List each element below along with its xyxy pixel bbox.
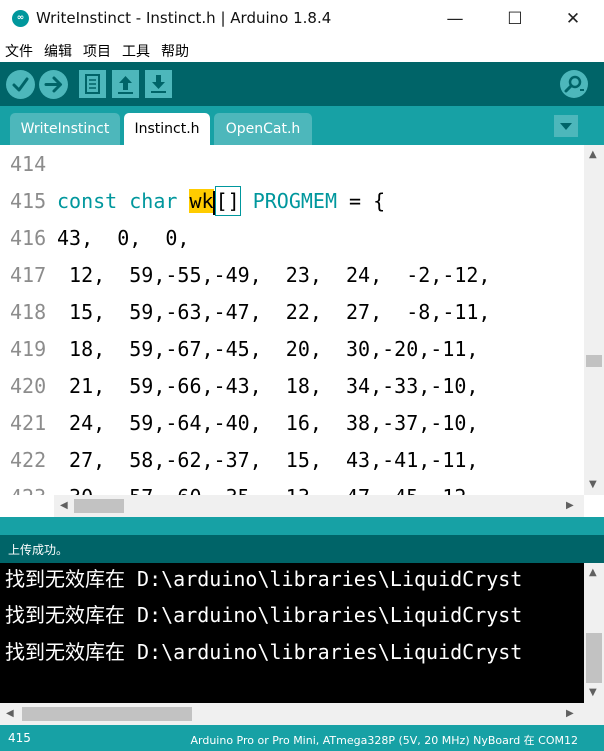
new-file-icon xyxy=(85,74,100,94)
console-vertical-scroll-thumb[interactable] xyxy=(586,633,602,683)
console-line: 找到无效库在 D:\arduino\libraries\LiquidCryst xyxy=(5,640,523,664)
code-line: 422 27, 58,-62,-37, 15, 43,-41,-11, xyxy=(0,442,584,479)
tab-instinct-h[interactable]: Instinct.h xyxy=(124,113,210,145)
pane-divider[interactable] xyxy=(0,517,604,535)
console-vertical-scrollbar[interactable]: ▲ ▼ xyxy=(584,563,604,703)
code-line: 417 12, 59,-55,-49, 23, 24, -2,-12, xyxy=(0,257,584,294)
window-title: WriteInstinct - Instinct.h | Arduino 1.8… xyxy=(36,9,332,27)
scroll-left-arrow-icon[interactable]: ◀ xyxy=(60,500,68,511)
matched-brackets: [] xyxy=(214,186,241,216)
title-bar: ∞ WriteInstinct - Instinct.h | Arduino 1… xyxy=(0,0,604,38)
menu-edit[interactable]: 编辑 xyxy=(44,41,72,61)
menu-tools[interactable]: 工具 xyxy=(122,41,150,61)
line-text: 15, 59,-63,-47, 22, 27, -8,-11, xyxy=(57,300,491,324)
tab-menu-button[interactable] xyxy=(554,115,578,137)
scroll-right-arrow-icon[interactable]: ▶ xyxy=(566,708,574,719)
line-number: 417 xyxy=(10,263,47,287)
toolbar xyxy=(0,62,604,106)
highlighted-identifier: wk xyxy=(189,189,214,213)
magnifier-icon xyxy=(564,75,584,93)
scroll-up-arrow-icon[interactable]: ▲ xyxy=(589,567,597,578)
code-line: 414 xyxy=(0,146,584,183)
check-icon xyxy=(12,77,29,92)
maximize-button[interactable]: ☐ xyxy=(492,0,538,38)
verify-button[interactable] xyxy=(6,70,35,99)
code-line: 420 21, 59,-66,-43, 18, 34,-33,-10, xyxy=(0,368,584,405)
line-rest: = { xyxy=(337,189,386,213)
status-message: 上传成功。 xyxy=(8,543,69,557)
arduino-logo-icon: ∞ xyxy=(12,10,29,27)
code-line: 419 18, 59,-67,-45, 20, 30,-20,-11, xyxy=(0,331,584,368)
line-number: 423 xyxy=(10,479,46,495)
line-text: 24, 59,-64,-40, 16, 38,-37,-10, xyxy=(57,411,479,435)
open-sketch-button[interactable] xyxy=(112,70,139,98)
keyword-progmem: PROGMEM xyxy=(252,189,338,213)
menu-help[interactable]: 帮助 xyxy=(161,41,189,61)
keyword-const: const xyxy=(57,189,118,213)
line-number: 415 xyxy=(10,189,47,213)
tab-opencat-h[interactable]: OpenCat.h xyxy=(214,113,312,145)
editor-horizontal-scroll-thumb[interactable] xyxy=(74,499,124,513)
editor-vertical-scroll-thumb[interactable] xyxy=(586,355,602,367)
editor-horizontal-scrollbar[interactable]: ◀ ▶ xyxy=(54,495,584,517)
keyword-char: char xyxy=(129,189,178,213)
scroll-left-arrow-icon[interactable]: ◀ xyxy=(6,708,14,719)
line-number: 420 xyxy=(10,374,47,398)
code-line: 418 15, 59,-63,-47, 22, 27, -8,-11, xyxy=(0,294,584,331)
line-text: 21, 59,-66,-43, 18, 34,-33,-10, xyxy=(57,374,479,398)
line-text: 30, 57,-60,-35, 13, 47,-45,-12, xyxy=(57,479,478,495)
line-text: 12, 59,-55,-49, 23, 24, -2,-12, xyxy=(57,263,491,287)
line-number: 419 xyxy=(10,337,47,361)
footer-bar: 415 Arduino Pro or Pro Mini, ATmega328P … xyxy=(0,725,604,751)
menu-bar: 文件 编辑 项目 工具 帮助 xyxy=(0,38,604,62)
line-text: const char wk[] PROGMEM = { xyxy=(57,183,385,220)
line-number: 422 xyxy=(10,448,47,472)
console-output[interactable]: 找到无效库在 D:\arduino\libraries\LiquidCryst … xyxy=(0,563,584,703)
line-number: 414 xyxy=(10,152,47,176)
line-number: 418 xyxy=(10,300,47,324)
new-sketch-button[interactable] xyxy=(79,70,106,98)
scroll-down-arrow-icon[interactable]: ▼ xyxy=(589,479,597,490)
scroll-down-arrow-icon[interactable]: ▼ xyxy=(589,687,597,698)
tab-bar: WriteInstinct Instinct.h OpenCat.h xyxy=(0,106,604,145)
serial-monitor-button[interactable] xyxy=(560,70,588,98)
current-line-number: 415 xyxy=(8,731,31,745)
code-line: 421 24, 59,-64,-40, 16, 38,-37,-10, xyxy=(0,405,584,442)
chevron-down-icon xyxy=(560,123,572,130)
code-editor[interactable]: 414 415 const char wk[] PROGMEM = { 416 … xyxy=(0,145,584,495)
line-number: 416 xyxy=(10,226,47,250)
code-line: 423 30, 57,-60,-35, 13, 47,-45,-12, xyxy=(0,479,584,495)
scroll-up-arrow-icon[interactable]: ▲ xyxy=(589,149,597,160)
close-button[interactable]: ✕ xyxy=(550,0,596,38)
menu-file[interactable]: 文件 xyxy=(5,41,33,61)
editor-vertical-scrollbar[interactable]: ▲ ▼ xyxy=(584,145,604,495)
line-text: 18, 59,-67,-45, 20, 30,-20,-11, xyxy=(57,337,479,361)
line-text: 27, 58,-62,-37, 15, 43,-41,-11, xyxy=(57,448,479,472)
minimize-button[interactable]: — xyxy=(432,0,478,38)
line-text: 43, 0, 0, xyxy=(57,226,190,250)
status-bar: 上传成功。 xyxy=(0,535,604,563)
line-number: 421 xyxy=(10,411,47,435)
scroll-right-arrow-icon[interactable]: ▶ xyxy=(566,500,574,511)
save-arrow-down-icon xyxy=(151,75,166,93)
board-port-info: Arduino Pro or Pro Mini, ATmega328P (5V,… xyxy=(190,734,578,747)
code-line: 416 43, 0, 0, xyxy=(0,220,584,257)
menu-sketch[interactable]: 项目 xyxy=(83,41,111,61)
code-line: 415 const char wk[] PROGMEM = { xyxy=(0,183,584,220)
console-horizontal-scrollbar[interactable]: ◀ ▶ xyxy=(0,703,604,725)
console-line: 找到无效库在 D:\arduino\libraries\LiquidCryst xyxy=(5,567,523,591)
arrow-right-icon xyxy=(44,76,62,93)
upload-button[interactable] xyxy=(39,70,68,99)
console-horizontal-scroll-thumb[interactable] xyxy=(22,707,192,721)
tab-writeinstinct[interactable]: WriteInstinct xyxy=(10,113,120,145)
open-arrow-up-icon xyxy=(118,76,133,94)
save-sketch-button[interactable] xyxy=(145,70,172,98)
console-line: 找到无效库在 D:\arduino\libraries\LiquidCryst xyxy=(5,603,523,627)
